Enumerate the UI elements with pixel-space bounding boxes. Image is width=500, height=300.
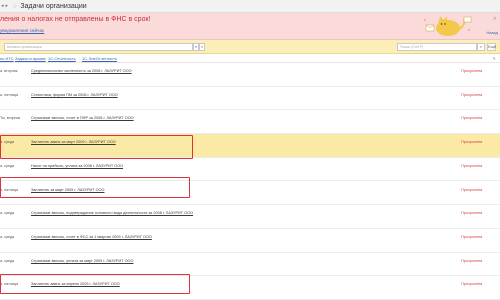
row-period: а, среда — [0, 211, 15, 216]
banner-headline: ления о налогах не отправлены в ФНС в ср… — [0, 16, 151, 23]
banner-send-link[interactable]: уведомления сейчас — [0, 28, 44, 33]
row-status: Просрочена — [461, 140, 483, 145]
table-row[interactable]: а, пятница Заплатить аванс за апрель 200… — [0, 276, 500, 300]
table-row[interactable]: а, среда Заплатить аванс за март 2009 г.… — [0, 134, 500, 158]
link-1c-ele-reporting[interactable]: 1С-ЭлеОтчетность — [82, 56, 117, 61]
table-row[interactable]: а, пятница Статистика, форма ПМ за 2008 … — [0, 87, 500, 111]
banner-close-icon[interactable]: × — [493, 16, 497, 22]
row-status: Просрочена — [461, 282, 483, 287]
organization-filter-input[interactable]: вставки организации — [4, 43, 193, 51]
forward-arrow-icon[interactable]: ▸ — [5, 3, 10, 9]
row-period: а, среда — [0, 258, 15, 263]
row-period: а, пятница — [0, 92, 19, 97]
row-task-link[interactable]: Заплатить за март 2009 г. ЛАЗУРИТ ООО — [31, 188, 104, 193]
row-period: Ты, вторник — [0, 116, 21, 121]
row-period: а, среда — [0, 163, 15, 168]
filter-bar: вставки организации ▾ × Поиск (Ctrl+F) ⌕… — [0, 40, 500, 54]
row-status: Просрочена — [461, 163, 483, 168]
nav-controls: ◂ ▸ — [0, 0, 9, 13]
row-task-link[interactable]: Страховые взносы, отчет в ПФР за 2008 г.… — [31, 116, 134, 121]
row-status: Просрочена — [461, 211, 483, 216]
table-row[interactable]: а, среда Страховые взносы, подтверждение… — [0, 205, 500, 229]
row-status: Просрочена — [461, 187, 483, 192]
link-bar: по ИТС Задачи в архиве 1С-Отчетность 1С-… — [0, 54, 500, 63]
row-task-link[interactable]: Заплатить аванс за март 2009 г. ЛАЗУРИТ … — [31, 140, 116, 145]
window-title: Задачи организации — [20, 2, 87, 10]
row-period: а, среда — [0, 140, 15, 145]
row-status: Просрочена — [461, 234, 483, 239]
row-status: Просрочена — [461, 92, 483, 97]
row-task-link[interactable]: Страховые взносы, подтверждение основног… — [31, 211, 193, 216]
org-clear-icon[interactable]: × — [199, 43, 205, 51]
warning-banner: ления о налогах не отправлены в ФНС в ср… — [0, 13, 500, 40]
row-period: а, пятница — [0, 187, 19, 192]
row-task-link[interactable]: Среднесписочная численность за 2008 г. Л… — [31, 69, 132, 74]
favorite-star-icon[interactable]: ☆ — [12, 3, 17, 10]
table-row[interactable]: а, среда Страховые взносы, отчет в ФСС з… — [0, 229, 500, 253]
row-status: Просрочена — [461, 69, 483, 73]
row-status: Просрочена — [461, 258, 483, 263]
banner-back-link[interactable]: Назад — [487, 30, 498, 35]
row-task-link[interactable]: Налог на прибыль, уплата за 2008 г. ЛАЗУ… — [31, 164, 123, 169]
table-row[interactable]: Ты, вторник Страховые взносы, отчет в ПФ… — [0, 110, 500, 135]
link-1c-reporting[interactable]: 1С-Отчетность — [48, 56, 76, 61]
row-task-link[interactable]: Страховые взносы, отчет в ФСС за 1 кварт… — [31, 235, 152, 240]
search-input[interactable]: Поиск (Ctrl+F) — [397, 43, 477, 51]
title-bar: ◂ ▸ ☆ Задачи организации — [0, 0, 500, 13]
row-task-link[interactable]: Заплатить аванс за апрель 2009 г. ЛАЗУРИ… — [31, 282, 120, 287]
cat-mascot-icon — [424, 16, 472, 36]
table-row[interactable]: а, среда Страховые взносы, уплата за мар… — [0, 253, 500, 277]
table-row[interactable]: а, среда Налог на прибыль, уплата за 200… — [0, 158, 500, 182]
link-archive[interactable]: Задачи в архиве — [15, 56, 46, 61]
more-button[interactable]: Ещё — [487, 43, 496, 51]
link-its[interactable]: по ИТС — [0, 56, 14, 61]
task-list: а, вторник Среднесписочная численность з… — [0, 63, 500, 300]
row-status: Просрочена — [461, 116, 483, 121]
row-period: а, пятница — [0, 282, 19, 287]
row-period: а, среда — [0, 234, 15, 239]
row-task-link[interactable]: Страховые взносы, уплата за март 2009 г.… — [31, 259, 133, 264]
search-icon[interactable]: ⌕ — [477, 43, 485, 51]
settings-icon[interactable]: ✎ — [493, 56, 496, 61]
row-period: а, вторник — [0, 69, 18, 73]
table-row[interactable]: а, пятница Заплатить за март 2009 г. ЛАЗ… — [0, 182, 500, 206]
row-task-link[interactable]: Статистика, форма ПМ за 2008 г. ЛАЗУРИТ … — [31, 93, 118, 98]
table-row[interactable]: а, вторник Среднесписочная численность з… — [0, 63, 500, 87]
